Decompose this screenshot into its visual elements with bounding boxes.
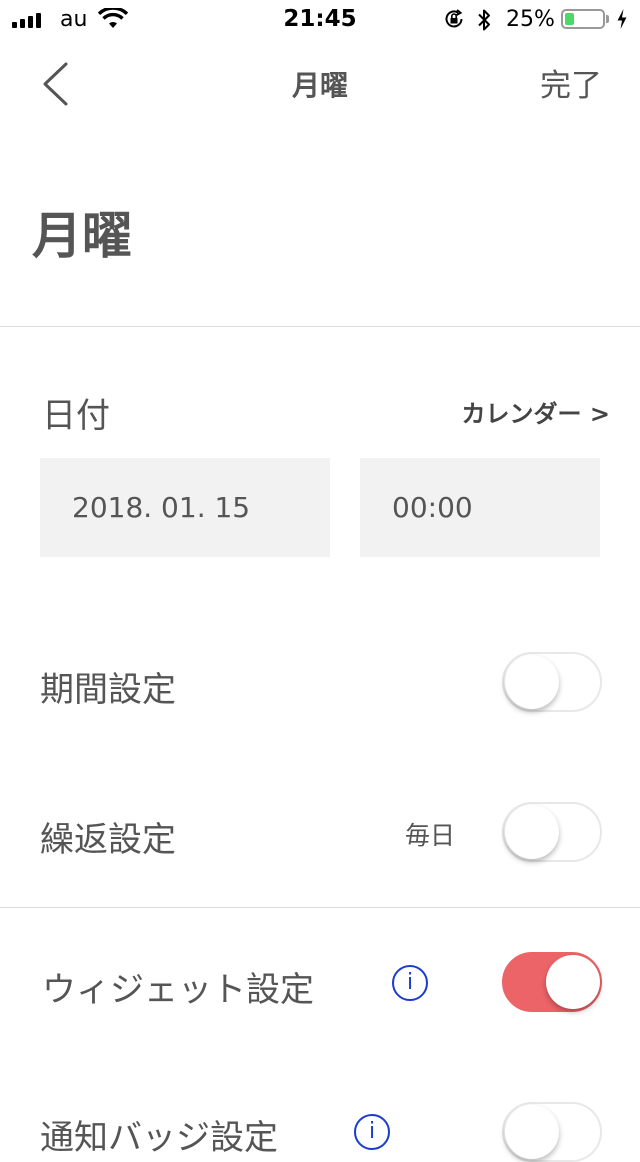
toggle-knob bbox=[505, 655, 559, 709]
widget-setting-label: ウィジェット設定 bbox=[42, 970, 314, 1010]
battery-percent: 25% bbox=[506, 7, 555, 32]
period-toggle[interactable] bbox=[502, 652, 602, 712]
widget-toggle[interactable] bbox=[502, 952, 602, 1012]
repeat-value: 毎日 bbox=[405, 821, 456, 850]
rotation-lock-icon bbox=[445, 9, 463, 28]
period-setting-label: 期間設定 bbox=[40, 670, 176, 710]
battery-icon bbox=[561, 9, 605, 29]
battery-cap bbox=[606, 15, 609, 23]
badge-setting-label: 通知バッジ設定 bbox=[40, 1118, 278, 1158]
repeat-toggle[interactable] bbox=[502, 802, 602, 862]
page-title: 月曜 bbox=[32, 207, 132, 265]
done-button[interactable]: 完了 bbox=[540, 60, 602, 105]
divider bbox=[0, 326, 640, 327]
badge-toggle[interactable] bbox=[502, 1102, 602, 1162]
date-section-label: 日付 bbox=[42, 396, 110, 436]
date-field[interactable]: 2018. 01. 15 bbox=[40, 458, 330, 557]
calendar-link[interactable]: カレンダー > bbox=[440, 394, 610, 429]
info-icon[interactable]: i bbox=[354, 1114, 390, 1150]
toggle-knob bbox=[546, 955, 600, 1009]
toggle-knob bbox=[505, 1105, 559, 1159]
status-bar: au 21:45 25% bbox=[0, 0, 640, 40]
charging-icon bbox=[617, 9, 627, 29]
time-field[interactable]: 00:00 bbox=[360, 458, 600, 557]
repeat-setting-label: 繰返設定 bbox=[40, 820, 176, 860]
divider bbox=[0, 907, 640, 908]
bluetooth-icon bbox=[478, 9, 490, 31]
toggle-knob bbox=[505, 805, 559, 859]
info-icon[interactable]: i bbox=[392, 965, 428, 1001]
